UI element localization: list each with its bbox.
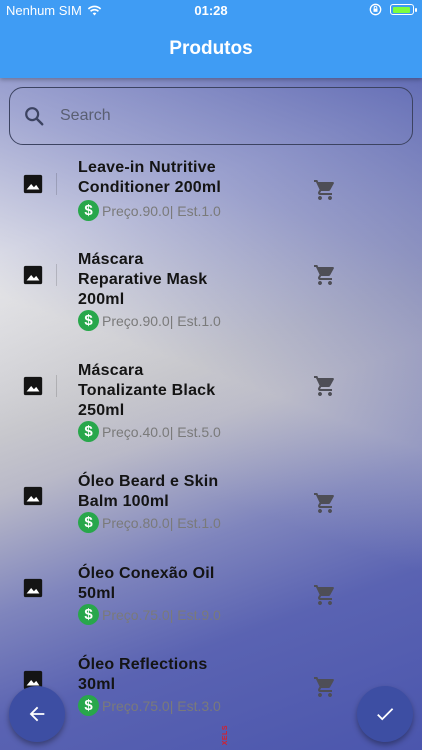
arrow-back-icon [29,706,45,722]
dollar-icon: $ [78,310,99,331]
product-name-line: Óleo Beard e Skin [78,473,219,490]
product-name: Óleo Conexão Oil 50ml [78,564,248,604]
item-divider [56,173,57,195]
product-name-line: Máscara [78,251,144,268]
dollar-icon: $ [78,512,99,533]
back-button[interactable] [9,686,65,742]
product-name-line: Leave-in Nutritive [78,159,216,176]
status-right [369,3,417,16]
cart-icon[interactable] [313,178,337,202]
image-icon [23,486,43,506]
product-name-line: Balm 100ml [78,493,169,510]
cart-icon[interactable] [313,263,337,287]
cart-icon[interactable] [313,675,337,699]
app-bar: Nenhum SIM 01:28 Produtos [0,0,422,78]
product-name-line: 30ml [78,676,116,693]
price-stock-text: Preço.75.0| Est.3.0 [102,697,221,714]
product-name-line: 200ml [78,291,125,308]
image-icon [23,265,43,285]
dollar-icon: $ [78,421,99,442]
product-meta: $ Preço.90.0| Est.1.0 [78,200,221,221]
price-stock-text: Preço.75.0| Est.9.0 [102,606,221,623]
product-meta: $ Preço.75.0| Est.3.0 [78,695,221,716]
product-name-line: 50ml [78,585,116,602]
image-icon [23,376,43,396]
product-name: Máscara Reparative Mask 200ml [78,250,248,310]
price-stock-text: Preço.80.0| Est.1.0 [102,514,221,531]
check-icon [377,708,394,721]
page-title: Produtos [169,38,253,59]
product-name-line: Reparative Mask [78,271,208,288]
search-bar[interactable] [9,87,413,145]
rotation-lock-icon [369,3,382,16]
product-meta: $ Preço.80.0| Est.1.0 [78,512,221,533]
dollar-icon: $ [78,200,99,221]
price-stock-text: Preço.90.0| Est.1.0 [102,312,221,329]
product-name: Óleo Beard e Skin Balm 100ml [78,472,248,512]
product-name: Máscara Tonalizante Black 250ml [78,361,248,421]
price-stock-text: Preço.40.0| Est.5.0 [102,423,221,440]
product-name-line: Conditioner 200ml [78,179,221,196]
product-meta: $ Preço.90.0| Est.1.0 [78,310,221,331]
product-name: Óleo Reflections 30ml [78,655,248,695]
status-bar: Nenhum SIM 01:28 [0,0,422,22]
cart-icon[interactable] [313,583,337,607]
status-time: 01:28 [194,3,228,18]
search-input[interactable] [58,106,382,126]
battery-icon [390,4,417,15]
dollar-icon: $ [78,695,99,716]
product-name-line: Máscara [78,362,144,379]
product-meta: $ Preço.40.0| Est.5.0 [78,421,221,442]
product-name: Leave-in Nutritive Conditioner 200ml [78,158,248,198]
image-icon [23,578,43,598]
product-name-line: Óleo Conexão Oil [78,565,215,582]
dollar-icon: $ [78,604,99,625]
confirm-button[interactable] [357,686,413,742]
watermark-text: XELS [222,725,229,746]
search-icon [25,107,44,126]
item-divider [56,264,57,286]
product-name-line: Tonalizante Black [78,382,216,399]
product-name-line: Óleo Reflections [78,656,208,673]
product-name-line: 250ml [78,402,125,419]
image-icon [23,174,43,194]
item-divider [56,375,57,397]
price-stock-text: Preço.90.0| Est.1.0 [102,202,221,219]
product-meta: $ Preço.75.0| Est.9.0 [78,604,221,625]
cart-icon[interactable] [313,374,337,398]
cart-icon[interactable] [313,491,337,515]
